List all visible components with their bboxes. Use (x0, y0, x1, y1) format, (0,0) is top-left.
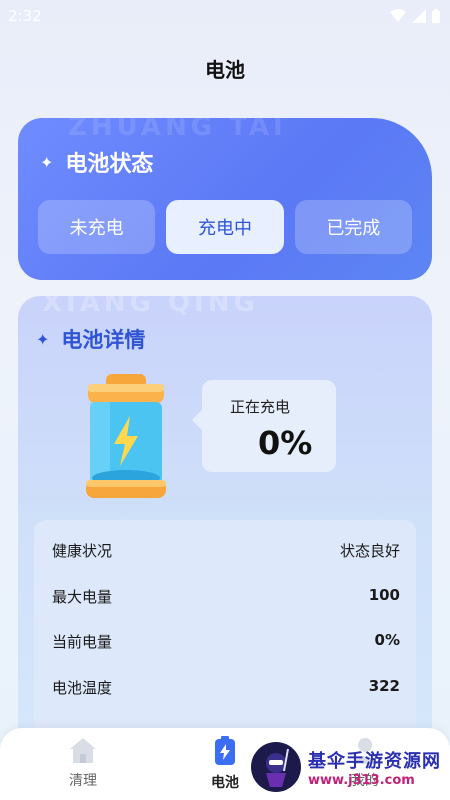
status-card-title: 电池状态 (65, 152, 154, 177)
segment-completed[interactable]: 已完成 (294, 200, 412, 254)
sparkle-icon: ✦ (36, 329, 50, 349)
nav-label: 电池 (211, 775, 239, 791)
wifi-icon (390, 9, 406, 22)
info-row-health: 健康状况 状态良好 (52, 540, 400, 561)
charge-percentage: 0% (258, 424, 313, 462)
sparkle-icon: ✦ (40, 152, 54, 172)
info-value: 0% (374, 631, 400, 649)
watermark-title: 基伞手游资源网 (308, 750, 441, 772)
charging-status-bubble: 正在充电 0% (192, 380, 336, 472)
segment-charging[interactable]: 充电中 (166, 200, 284, 254)
card-watermark: ZHUANG TAI (68, 118, 287, 142)
status-icons (390, 9, 440, 23)
info-row-max-capacity: 最大电量 100 (52, 586, 400, 607)
battery-status-card: ZHUANG TAI ✦ 电池状态 未充电 充电中 已完成 (18, 118, 432, 280)
info-label: 最大电量 (52, 588, 113, 606)
ninja-mascot-icon (251, 742, 301, 792)
charging-battery-illustration (86, 374, 166, 498)
site-watermark: 基伞手游资源网 www.j313.com (250, 738, 450, 796)
card-watermark: XIANG QING (42, 296, 259, 318)
info-label: 当前电量 (52, 633, 113, 651)
status-bar: 2:32 (0, 0, 450, 32)
info-value: 100 (368, 586, 400, 604)
battery-info-list: 健康状况 状态良好 最大电量 100 当前电量 0% 电池温度 322 (34, 520, 416, 756)
info-value: 322 (368, 677, 400, 695)
info-value: 状态良好 (339, 542, 400, 560)
nav-item-clean[interactable]: 清理 (38, 736, 128, 790)
detail-card-header: ✦ 电池详情 (36, 324, 145, 354)
battery-icon (215, 736, 235, 765)
signal-icon (412, 9, 426, 23)
battery-detail-card: XIANG QING ✦ 电池详情 正在充电 0% 健康状况 状态良好 最大电量… (18, 296, 432, 756)
watermark-url: www.j313.com (308, 772, 415, 788)
info-label: 电池温度 (52, 679, 113, 697)
battery-status-icon (432, 9, 440, 23)
info-label: 健康状况 (52, 542, 113, 560)
charge-state-selector: 未充电 充电中 已完成 (38, 200, 412, 254)
info-row-current-level: 当前电量 0% (52, 631, 400, 652)
watermark-text: 基伞手游资源网 www.j313.com (308, 747, 441, 788)
charging-label: 正在充电 (230, 398, 291, 416)
detail-card-title: 电池详情 (61, 328, 146, 352)
broom-house-icon (70, 738, 96, 763)
status-card-header: ✦ 电池状态 (40, 146, 153, 178)
status-time: 2:32 (8, 7, 42, 25)
info-row-temperature: 电池温度 322 (52, 677, 400, 698)
page-title: 电池 (205, 58, 245, 82)
segment-not-charging[interactable]: 未充电 (38, 200, 156, 254)
nav-label: 清理 (69, 773, 97, 789)
